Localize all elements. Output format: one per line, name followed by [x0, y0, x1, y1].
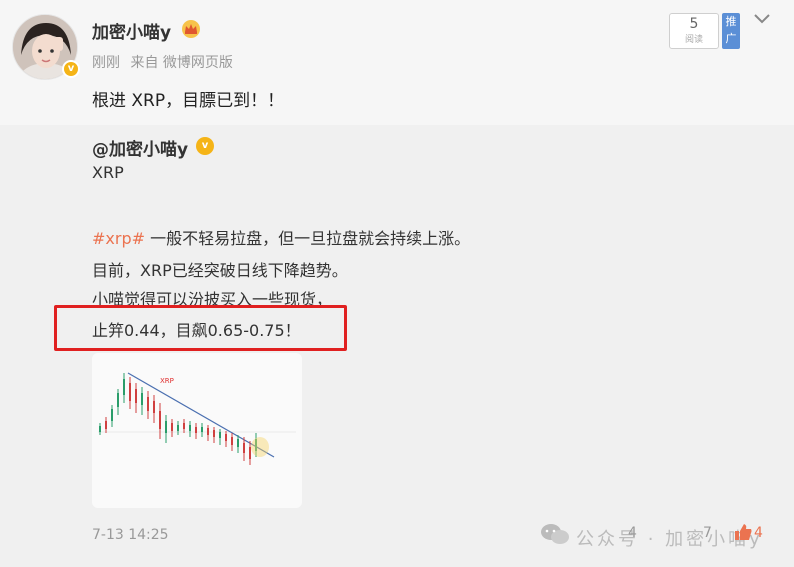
verified-badge-icon: v: [62, 60, 80, 78]
post-time: 刚刚: [92, 55, 120, 71]
weibo-post: v 加密小喵y 刚刚 来自 微博网页版 5 阅读 推广 根进 XRP，目膘已到！…: [0, 0, 794, 567]
promote-button[interactable]: 推广: [722, 13, 740, 49]
wechat-icon: [541, 524, 569, 544]
post-date: 7-13 14:25: [92, 527, 169, 543]
candlestick-chart-image: XRP: [98, 372, 296, 465]
author-name[interactable]: 加密小喵y: [92, 18, 171, 43]
read-count: 5: [689, 16, 699, 32]
repost-count[interactable]: 4: [628, 525, 637, 541]
hashtag-link[interactable]: #xrp#: [92, 229, 145, 248]
repost-line-3-text: 一般不轻易拉盘，但一旦拉盘就会持续上涨。: [150, 229, 471, 248]
reposted-content: @加密小喵y v XRP #xrp# 一般不轻易拉盘，但一旦拉盘就会持续上涨。 …: [0, 125, 794, 567]
read-count-box: 5 阅读: [669, 13, 719, 49]
post-meta: 刚刚 来自 微博网页版: [92, 52, 239, 72]
chart-label: XRP: [160, 377, 174, 385]
red-highlight-box: [54, 305, 347, 351]
read-label: 阅读: [684, 35, 703, 45]
repost-line-3: #xrp# 一般不轻易拉盘，但一旦拉盘就会持续上涨。: [92, 225, 470, 249]
repost-author[interactable]: @加密小喵y: [92, 135, 188, 160]
repost-verified-icon: v: [196, 137, 214, 155]
like-thumb-icon[interactable]: [734, 523, 752, 541]
chevron-down-icon[interactable]: [752, 11, 772, 27]
like-count[interactable]: 4: [754, 525, 763, 541]
post-source[interactable]: 来自 微博网页版: [130, 55, 232, 71]
repost-line-1: XRP: [92, 163, 124, 182]
post-header: v 加密小喵y 刚刚 来自 微博网页版 5 阅读 推广 根进 XRP，目膘已到！…: [0, 0, 794, 125]
comment-count[interactable]: 7: [703, 525, 712, 541]
vip-crown-icon: [182, 20, 200, 38]
chart-thumbnail[interactable]: XRP: [92, 353, 302, 508]
repost-line-4: 目前，XRP已经突破日线下降趋势。: [92, 261, 348, 280]
action-bar: 公众号 · 加密小喵y 4 7 4: [540, 521, 790, 550]
post-text: 根进 XRP，目膘已到！！: [92, 91, 285, 111]
